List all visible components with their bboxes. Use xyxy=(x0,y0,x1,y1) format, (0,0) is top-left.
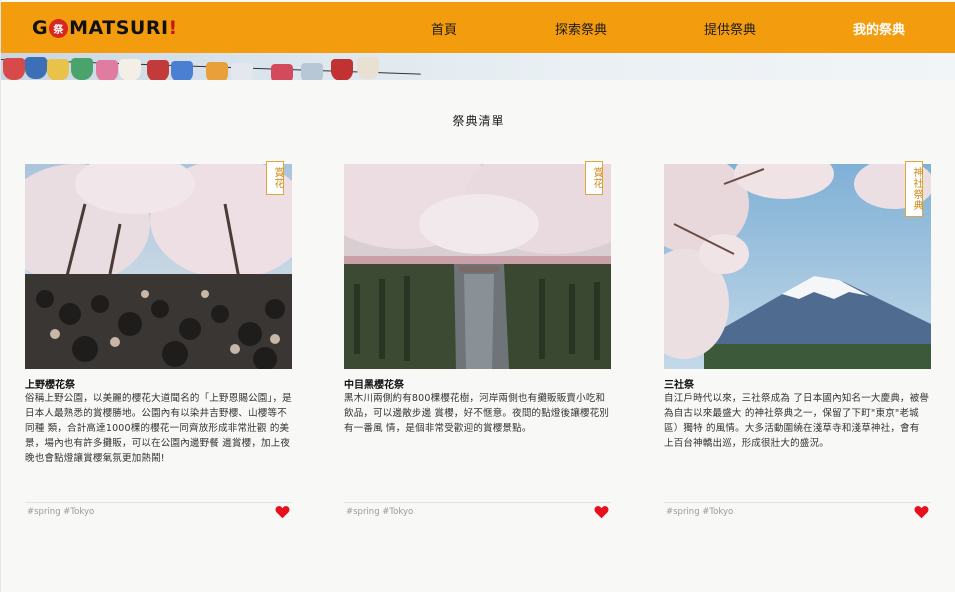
hashtags: #spring #Tokyo xyxy=(666,507,734,517)
festival-card[interactable]: 賞花 中目黑櫻花祭 黑木川兩側約有800棵櫻花樹，河岸兩側也有攤販販賣小吃和飲品… xyxy=(344,161,611,524)
card-divider xyxy=(25,502,292,503)
category-tag: 神社祭典 xyxy=(905,161,923,217)
festival-badge-icon: 祭 xyxy=(49,18,69,38)
festival-card[interactable]: 賞花 上野櫻花祭 俗稱上野公園，以美麗的櫻花大道聞名的「上野恩賜公園」，是日本人… xyxy=(25,161,292,524)
nav-link-home[interactable]: 首頁 xyxy=(431,19,457,38)
hero-banner-image xyxy=(1,53,955,80)
festival-photo-ueno[interactable] xyxy=(25,164,292,369)
section-title: 祭典清單 xyxy=(452,114,505,128)
festival-title[interactable]: 三社祭 xyxy=(664,376,694,391)
card-divider xyxy=(344,502,611,503)
heart-icon[interactable] xyxy=(914,505,929,519)
hashtags: #spring #Tokyo xyxy=(346,507,414,517)
site-logo[interactable]: G祭 MATSURI! xyxy=(32,17,178,39)
category-tag: 賞花 xyxy=(266,161,284,195)
page: G祭 MATSURI! 首頁 探索祭典 提供祭典 我的祭典 祭典清單 賞花 上野… xyxy=(0,0,955,592)
festival-description: 自江戶時代以來，三社祭成為 了日本國內知名一大慶典，被譽為自古以來最盛大 的神社… xyxy=(664,393,930,449)
hashtags: #spring #Tokyo xyxy=(27,507,95,517)
festival-title[interactable]: 上野櫻花祭 xyxy=(25,376,75,391)
logo-text-bang: ! xyxy=(168,17,178,39)
festival-card[interactable]: 神社祭典 三社祭 自江戶時代以來，三社祭成為 了日本國內知名一大慶典，被譽為自古… xyxy=(664,161,931,524)
nav-link-my-festivals[interactable]: 我的祭典 xyxy=(853,19,905,38)
festival-photo-sanja[interactable] xyxy=(664,164,931,369)
festival-title[interactable]: 中目黑櫻花祭 xyxy=(344,376,404,391)
festival-description: 黑木川兩側約有800棵櫻花樹，河岸兩側也有攤販販賣小吃和飲品，可以邊散步邊 賞櫻… xyxy=(344,393,610,434)
heart-icon[interactable] xyxy=(594,505,609,519)
logo-text-main: MATSURI xyxy=(69,17,169,39)
festival-description: 俗稱上野公園，以美麗的櫻花大道聞名的「上野恩賜公園」，是日本人最熟悉的賞櫻勝地。… xyxy=(25,393,292,464)
nav-link-explore[interactable]: 探索祭典 xyxy=(555,19,607,38)
top-navbar: G祭 MATSURI! 首頁 探索祭典 提供祭典 我的祭典 xyxy=(1,2,955,53)
festival-photo-nakameguro[interactable] xyxy=(344,164,611,369)
card-divider xyxy=(664,502,931,503)
logo-text-g: G xyxy=(32,17,49,39)
heart-icon[interactable] xyxy=(275,505,290,519)
nav-link-provide[interactable]: 提供祭典 xyxy=(704,19,756,38)
category-tag: 賞花 xyxy=(585,161,603,195)
